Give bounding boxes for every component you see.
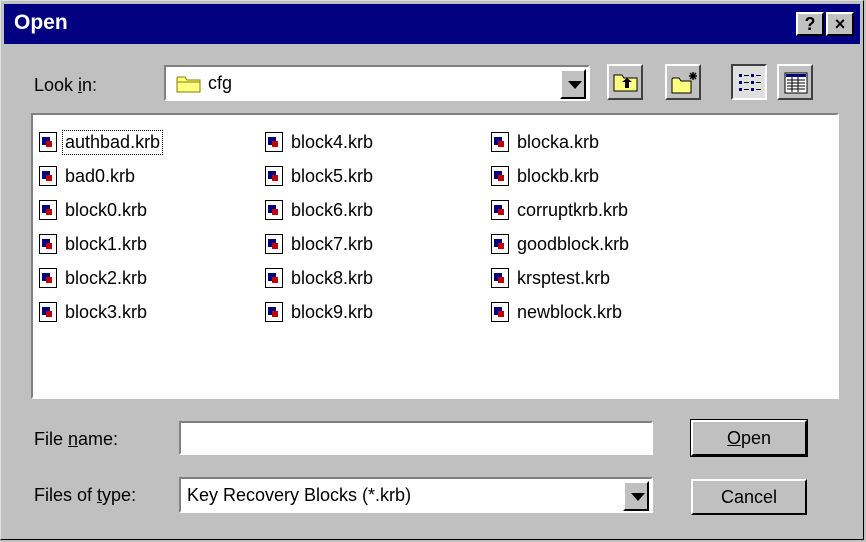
- file-icon: [491, 234, 509, 254]
- cancel-button[interactable]: Cancel: [691, 479, 807, 515]
- file-name-label: File name:: [34, 429, 119, 449]
- list-item[interactable]: corruptkrb.krb: [491, 193, 631, 227]
- list-item[interactable]: block7.krb: [265, 227, 375, 261]
- chevron-down-icon: [568, 81, 582, 89]
- look-in-value: cfg: [208, 73, 233, 93]
- file-list[interactable]: authbad.krb bad0.krb block0.krb block1.k…: [31, 113, 839, 399]
- list-item[interactable]: block3.krb: [39, 295, 162, 329]
- file-icon: [265, 132, 283, 152]
- list-item[interactable]: block0.krb: [39, 193, 162, 227]
- file-icon: [39, 234, 57, 254]
- open-dialog: Open ? × Look in: cfg authbad.krb bad0.k…: [0, 0, 864, 540]
- file-icon: [491, 268, 509, 288]
- help-button[interactable]: ?: [796, 12, 824, 36]
- file-icon: [265, 302, 283, 322]
- file-type-label: Files of type:: [34, 485, 137, 505]
- list-item[interactable]: block1.krb: [39, 227, 162, 261]
- close-button[interactable]: ×: [826, 12, 854, 36]
- file-type-dropdown-button[interactable]: [623, 481, 649, 511]
- file-icon: [39, 302, 57, 322]
- file-column-3: blocka.krb blockb.krb corruptkrb.krb goo…: [491, 125, 631, 329]
- list-item[interactable]: blockb.krb: [491, 159, 631, 193]
- file-icon: [265, 234, 283, 254]
- list-view-button[interactable]: [731, 64, 767, 100]
- details-view-icon: [784, 72, 808, 99]
- list-item[interactable]: bad0.krb: [39, 159, 162, 193]
- list-item[interactable]: block2.krb: [39, 261, 162, 295]
- details-view-button[interactable]: [777, 64, 813, 100]
- file-icon: [491, 302, 509, 322]
- list-item[interactable]: authbad.krb: [39, 125, 164, 159]
- file-column-2: block4.krb block5.krb block6.krb block7.…: [265, 125, 375, 329]
- file-icon: [39, 132, 57, 152]
- list-view-icon: [738, 72, 762, 99]
- file-icon: [265, 268, 283, 288]
- list-item[interactable]: krsptest.krb: [491, 261, 631, 295]
- list-item[interactable]: blocka.krb: [491, 125, 631, 159]
- file-icon: [491, 166, 509, 186]
- file-icon: [265, 200, 283, 220]
- file-type-value: Key Recovery Blocks (*.krb): [187, 485, 412, 505]
- look-in-dropdown-button[interactable]: [560, 69, 586, 99]
- file-icon: [39, 200, 57, 220]
- file-icon: [491, 200, 509, 220]
- chevron-down-icon: [631, 493, 645, 501]
- list-item[interactable]: block9.krb: [265, 295, 375, 329]
- look-in-combo[interactable]: cfg: [164, 65, 590, 101]
- folder-icon: [176, 74, 202, 99]
- file-name-field[interactable]: [179, 421, 653, 455]
- list-item[interactable]: block5.krb: [265, 159, 375, 193]
- window-title: Open: [14, 11, 68, 34]
- file-icon: [265, 166, 283, 186]
- open-button[interactable]: Open: [690, 419, 808, 457]
- file-type-combo[interactable]: Key Recovery Blocks (*.krb): [179, 477, 653, 513]
- list-item[interactable]: goodblock.krb: [491, 227, 631, 261]
- list-item[interactable]: block6.krb: [265, 193, 375, 227]
- create-new-folder-button[interactable]: [665, 64, 701, 100]
- list-item[interactable]: block8.krb: [265, 261, 375, 295]
- file-icon: [491, 132, 509, 152]
- title-bar[interactable]: Open ? ×: [4, 4, 860, 44]
- new-folder-icon: [671, 71, 699, 100]
- file-icon: [39, 166, 57, 186]
- file-icon: [39, 268, 57, 288]
- up-folder-icon: [613, 71, 639, 98]
- look-in-label: Look in:: [34, 75, 98, 95]
- file-column-1: authbad.krb bad0.krb block0.krb block1.k…: [39, 125, 164, 329]
- list-item[interactable]: block4.krb: [265, 125, 375, 159]
- list-item[interactable]: newblock.krb: [491, 295, 631, 329]
- up-one-level-button[interactable]: [607, 64, 643, 100]
